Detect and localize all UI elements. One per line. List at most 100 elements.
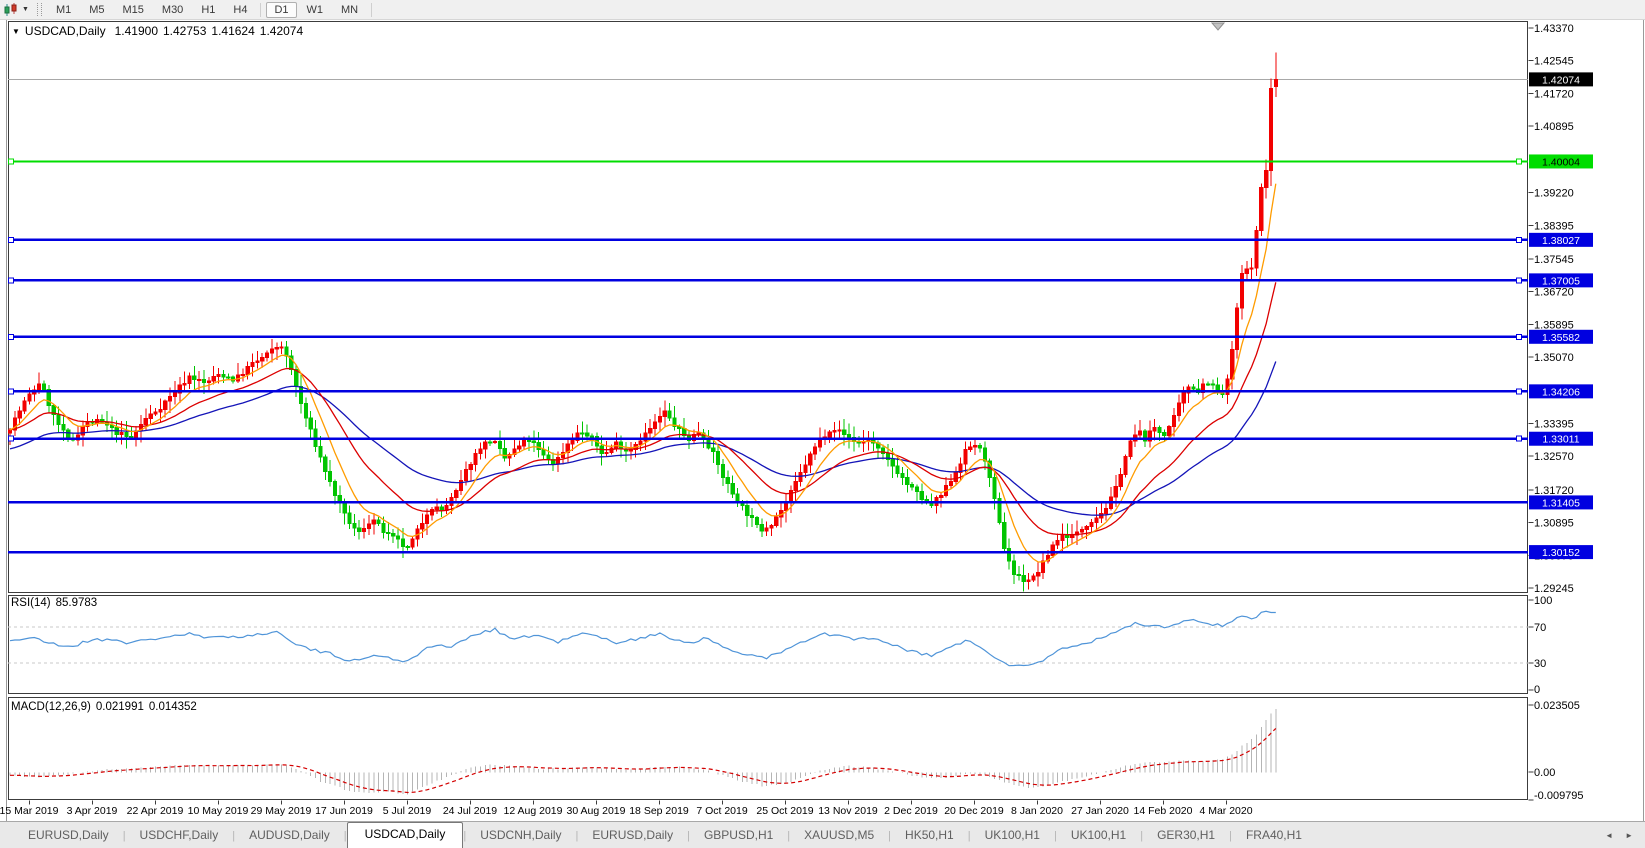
candle [96, 414, 99, 426]
price-tick-label: 1.39220 [1534, 188, 1574, 200]
hline-handle[interactable] [1517, 334, 1522, 339]
macd-scale-label: -0.009795 [1534, 790, 1584, 802]
ohlc-close: 1.42074 [260, 24, 303, 38]
time-axis[interactable]: 15 Mar 20193 Apr 201922 Apr 201910 May 2… [0, 801, 1253, 818]
candle [13, 411, 16, 436]
candle [1202, 379, 1205, 400]
hline-handle[interactable] [9, 436, 14, 441]
candle [673, 406, 676, 430]
candle [1274, 52, 1277, 97]
tab-audusd-daily[interactable]: AUDUSD,Daily [235, 824, 344, 848]
price-badge-label: 1.34206 [1542, 386, 1580, 398]
candle [1017, 566, 1020, 580]
candle [629, 442, 632, 459]
hline-handle[interactable] [9, 334, 14, 339]
candle [333, 479, 336, 504]
price-tick-label: 1.42545 [1534, 56, 1574, 68]
candle [207, 377, 210, 390]
chart-dropdown-caret-icon[interactable]: ▼ [22, 6, 29, 13]
hline-handle[interactable] [9, 159, 14, 164]
hline-handle[interactable] [1517, 159, 1522, 164]
candle [1129, 438, 1132, 460]
candle [721, 459, 724, 486]
timeframe-button-m1[interactable]: M1 [48, 2, 79, 18]
timeframe-button-m15[interactable]: M15 [115, 2, 152, 18]
hline-handle[interactable] [1517, 389, 1522, 394]
tab-eurusd-daily[interactable]: EURUSD,Daily [14, 824, 123, 848]
candle [1245, 261, 1248, 279]
hline-handle[interactable] [1517, 237, 1522, 242]
candle [542, 441, 545, 460]
tab-usdcad-daily[interactable]: USDCAD,Daily [347, 822, 464, 848]
candle [974, 438, 977, 455]
tab-fra40-h1[interactable]: FRA40,H1 [1232, 824, 1316, 848]
timeframe-button-w1[interactable]: W1 [299, 2, 332, 18]
candle [624, 442, 627, 462]
price-tick-label: 1.43370 [1534, 23, 1574, 35]
hline-handle[interactable] [9, 389, 14, 394]
tab-uk100-h1[interactable]: UK100,H1 [971, 824, 1054, 848]
price-badge: 1.35582 [1529, 330, 1593, 344]
candle [23, 397, 26, 414]
date-label: 27 Jan 2020 [1071, 805, 1129, 817]
collapse-indicator-icon[interactable]: ▼ [12, 27, 20, 36]
timeframe-button-h1[interactable]: H1 [193, 2, 223, 18]
candle [474, 449, 477, 472]
timeframe-button-m30[interactable]: M30 [154, 2, 191, 18]
date-label: 8 Jan 2020 [1011, 805, 1063, 817]
candle [309, 411, 312, 438]
date-label: 2 Dec 2019 [884, 805, 938, 817]
candle [396, 528, 399, 549]
tab-scroll-left-icon[interactable]: ◄ [1605, 831, 1613, 840]
window-border [7, 20, 1644, 822]
hline-handle[interactable] [9, 278, 14, 283]
tab-hk50-h1[interactable]: HK50,H1 [891, 824, 968, 848]
timeframe-button-d1[interactable]: D1 [266, 2, 296, 18]
timeframe-buttons: M1M5M15M30H1H4 D1W1MN [47, 2, 376, 18]
candle [324, 454, 327, 480]
price-badge-label: 1.37005 [1542, 275, 1580, 287]
hline-handle[interactable] [1517, 436, 1522, 441]
chart-title: ▼USDCAD,Daily1.419001.427531.416241.4207… [12, 24, 308, 38]
candle [290, 350, 293, 375]
hline-handle[interactable] [1517, 278, 1522, 283]
charts-icon[interactable] [3, 3, 20, 17]
tab-usdchf-daily[interactable]: USDCHF,Daily [126, 824, 233, 848]
candle [28, 387, 31, 404]
candle [717, 446, 720, 474]
candle [285, 341, 288, 367]
tab-uk100-h1[interactable]: UK100,H1 [1057, 824, 1140, 848]
candle [1100, 502, 1103, 523]
price-badge-label: 1.40004 [1542, 156, 1580, 168]
toolbar-grip[interactable] [37, 3, 42, 16]
candle [1080, 526, 1083, 537]
candle [435, 499, 438, 514]
candle [411, 536, 414, 549]
timeframe-button-m5[interactable]: M5 [81, 2, 112, 18]
candle [493, 440, 496, 444]
candle [193, 366, 196, 390]
hline-handle[interactable] [9, 237, 14, 242]
tab-xauusd-m5[interactable]: XAUUSD,M5 [790, 824, 888, 848]
candle [731, 476, 734, 498]
timeframe-button-mn[interactable]: MN [333, 2, 366, 18]
symbol-tab-bar: EURUSD,Daily|USDCHF,Daily|AUDUSD,Daily|U… [0, 821, 1645, 848]
tab-usdcnh-daily[interactable]: USDCNH,Daily [466, 824, 575, 848]
price-badge-label: 1.30152 [1542, 547, 1580, 559]
candle [503, 440, 506, 462]
tab-gbpusd-h1[interactable]: GBPUSD,H1 [690, 824, 787, 848]
tab-ger30-h1[interactable]: GER30,H1 [1143, 824, 1229, 848]
macd-value: 0.021991 [96, 701, 144, 713]
candle [896, 458, 899, 478]
price-tick-label: 1.29245 [1534, 583, 1574, 595]
tab-eurusd-daily[interactable]: EURUSD,Daily [578, 824, 687, 848]
price-badge-label: 1.31405 [1542, 497, 1580, 509]
candle [814, 443, 817, 460]
candle [149, 405, 152, 426]
tab-scroll-right-icon[interactable]: ► [1625, 831, 1633, 840]
candle [455, 488, 458, 501]
timeframe-button-h4[interactable]: H4 [225, 2, 255, 18]
candle [173, 381, 176, 404]
candle [1260, 183, 1263, 235]
chart-canvas[interactable]: 1.433701.425451.417201.408951.392201.383… [0, 20, 1645, 822]
